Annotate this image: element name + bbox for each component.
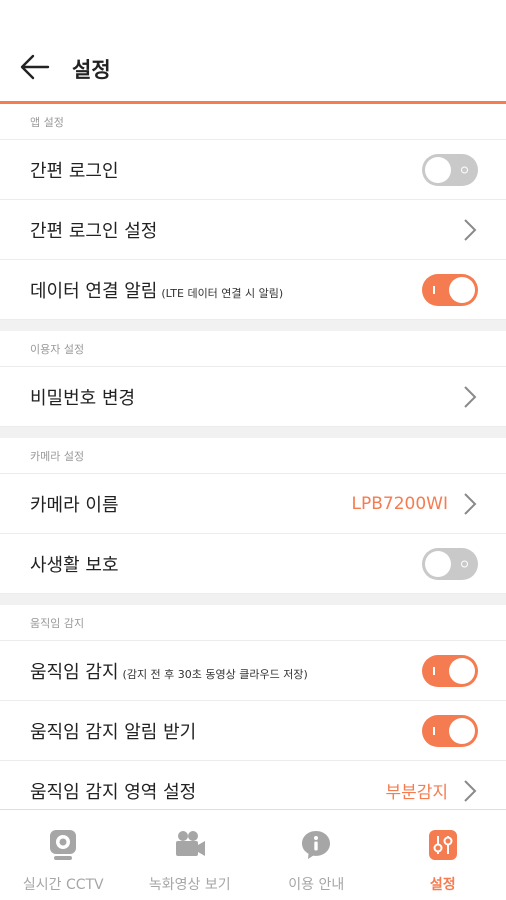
easy-login-settings-label: 간편 로그인 설정 xyxy=(30,220,158,242)
settings-sliders-icon xyxy=(428,830,457,860)
section-header-app: 앱 설정 xyxy=(0,104,506,140)
chevron-right-icon xyxy=(464,492,477,515)
tab-recording[interactable]: 녹화영상 보기 xyxy=(127,810,254,900)
motion-alert-toggle[interactable] xyxy=(422,714,478,747)
tab-live-label: 실시간 CCTV xyxy=(22,877,104,893)
easy-login-row: 간편 로그인 xyxy=(0,140,506,200)
bottom-tab-bar: 실시간 CCTV 녹화영상 보기 이용 안내 설정 xyxy=(0,809,506,900)
video-camera-icon xyxy=(175,831,205,856)
app-header: 설정 xyxy=(0,0,506,104)
privacy-row: 사생활 보호 xyxy=(0,534,506,594)
data-alert-toggle[interactable] xyxy=(422,273,478,306)
change-password-row[interactable]: 비밀번호 변경 xyxy=(0,367,506,427)
change-password-label: 비밀번호 변경 xyxy=(30,387,136,409)
section-header-motion: 움직임 감지 xyxy=(0,605,506,641)
section-header-camera: 카메라 설정 xyxy=(0,438,506,474)
tab-settings-label: 설정 xyxy=(429,877,456,893)
chevron-right-icon xyxy=(464,218,477,241)
tab-live-cctv[interactable]: 실시간 CCTV xyxy=(0,810,127,900)
section-divider xyxy=(0,427,506,438)
tab-settings[interactable]: 설정 xyxy=(380,810,506,900)
section-divider xyxy=(0,594,506,605)
easy-login-toggle[interactable] xyxy=(422,153,478,186)
tab-guide[interactable]: 이용 안내 xyxy=(253,810,380,900)
motion-alert-label: 움직임 감지 알림 받기 xyxy=(30,721,197,743)
motion-area-value: 부분감지 xyxy=(385,783,448,803)
tab-guide-label: 이용 안내 xyxy=(288,877,345,893)
easy-login-label: 간편 로그인 xyxy=(30,160,119,182)
back-arrow-icon[interactable] xyxy=(18,52,52,82)
chevron-right-icon xyxy=(464,779,477,802)
data-alert-label: 데이터 연결 알림 xyxy=(30,280,158,302)
section-header-user: 이용자 설정 xyxy=(0,331,506,367)
easy-login-settings-row[interactable]: 간편 로그인 설정 xyxy=(0,200,506,260)
motion-detect-row: 움직임 감지 (감지 전 후 30초 동영상 클라우드 저장) xyxy=(0,641,506,701)
motion-alert-row: 움직임 감지 알림 받기 xyxy=(0,701,506,761)
tab-recording-label: 녹화영상 보기 xyxy=(148,877,231,893)
privacy-label: 사생활 보호 xyxy=(30,554,119,576)
info-icon xyxy=(302,831,331,859)
chevron-right-icon xyxy=(464,385,477,408)
motion-detect-toggle[interactable] xyxy=(422,654,478,687)
section-divider xyxy=(0,320,506,331)
camera-name-label: 카메라 이름 xyxy=(30,494,119,516)
motion-detect-label: 움직임 감지 xyxy=(30,661,119,683)
camera-name-value: LPB7200WI xyxy=(351,493,448,514)
privacy-toggle[interactable] xyxy=(422,547,478,580)
data-alert-row: 데이터 연결 알림 (LTE 데이터 연결 시 알림) xyxy=(0,260,506,320)
motion-area-label: 움직임 감지 영역 설정 xyxy=(30,781,197,803)
page-title: 설정 xyxy=(72,58,111,82)
webcam-icon xyxy=(50,830,77,860)
motion-detect-sub: (감지 전 후 30초 동영상 클라우드 저장) xyxy=(122,667,308,681)
camera-name-row[interactable]: 카메라 이름 LPB7200WI xyxy=(0,474,506,534)
data-alert-sub: (LTE 데이터 연결 시 알림) xyxy=(161,286,284,300)
